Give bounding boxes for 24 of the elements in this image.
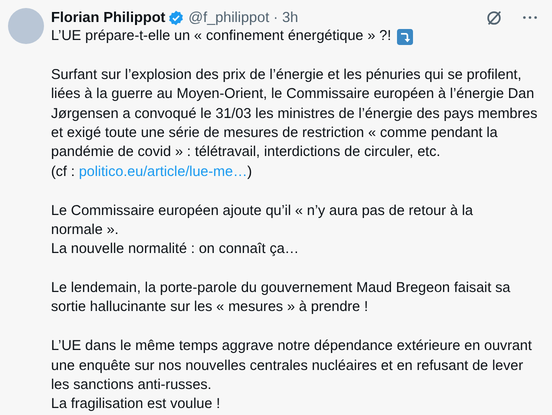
post-text: (cf : — [51, 162, 75, 182]
post-text: Jørgensen a convoqué le 31/03 les ministres de l’énergie des pays membres — [51, 104, 538, 124]
post-text: La nouvelle normalité : on connaît ça… — [51, 240, 299, 260]
post-text: L’UE dans le même temps aggrave notre dépendance extérieure en ouvrant — [51, 337, 532, 356]
post-text: Le lendemain, la porte-parole du gouvernement Maud Bregeon faisait sa — [51, 279, 510, 298]
post-text: et exigé toute une série de mesures de restriction « comme pendant la — [51, 124, 498, 143]
post-text: normale ». — [51, 220, 119, 240]
post-time[interactable]: 3h — [282, 10, 298, 26]
curved-arrow-down-icon — [397, 28, 414, 45]
slashed-circle-icon[interactable] — [485, 8, 503, 26]
post-text: L’UE prépare-t-elle un « confinement énergétique » ?! — [51, 27, 392, 46]
post-text: La fragilisation est voulue ! — [51, 395, 220, 414]
author-handle[interactable]: @f_philippot — [188, 10, 270, 26]
post-text: une enquête sur nos nouvelles centrales nucléaires et en refusant de lever — [51, 356, 524, 376]
post-text: les sanctions anti-russes. — [51, 376, 212, 396]
more-options-icon[interactable] — [522, 15, 538, 20]
post-text: Surfant sur l’explosion des prix de l’énergie et les pénuries qui se profilent, — [51, 66, 522, 85]
post-text: Le Commissaire européen ajoute qu’il « n’y aura pas de retour à la — [51, 202, 474, 221]
post-text: pandémie de covid » : télétravail, interdictions de circuler, etc. — [51, 143, 440, 162]
separator-dot: · — [273, 10, 278, 26]
post-text: sortie hallucinante sur les « mesures » à prendre ! — [51, 298, 368, 318]
author-name[interactable]: Florian Philippot — [51, 10, 166, 26]
post-text: ) — [247, 162, 252, 182]
post-text: liées à la guerre au Moyen-Orient, le Commissaire européen à l’énergie Dan — [51, 85, 534, 104]
